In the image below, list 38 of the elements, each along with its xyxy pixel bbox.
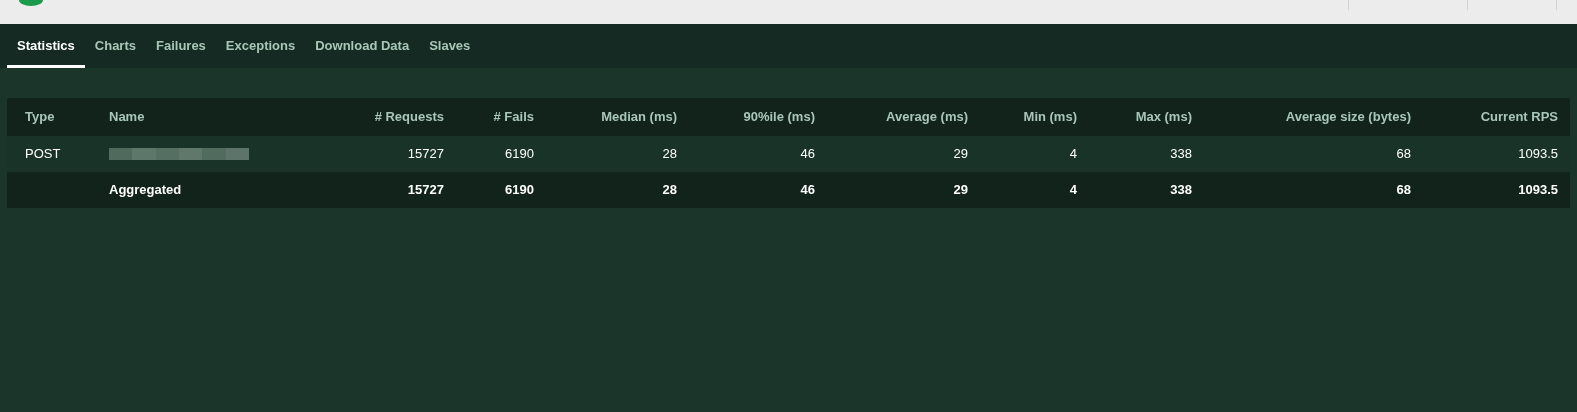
table-cell-text: 6190 [505, 181, 534, 200]
column-header: Average (ms) [886, 108, 968, 127]
table-cell-text: 338 [1170, 145, 1192, 164]
table-cell-text: 68 [1396, 181, 1411, 200]
table-cell-text: 4 [1069, 181, 1077, 200]
table-cell-text: 15727 [407, 181, 444, 200]
table-cell-text: 68 [1396, 145, 1411, 164]
table-cell-text: 46 [800, 145, 815, 164]
table-cell-text: POST [25, 145, 61, 164]
tab[interactable]: Charts [84, 24, 146, 68]
column-header: Current RPS [1480, 108, 1558, 127]
tab[interactable]: Slaves [419, 24, 481, 68]
column-header: # Requests [374, 108, 444, 127]
tab[interactable]: Exceptions [215, 24, 306, 68]
table-cell-text: 338 [1170, 181, 1192, 200]
column-header: Max (ms) [1135, 108, 1192, 127]
column-header: # Fails [493, 108, 534, 127]
column-header: Name [109, 108, 145, 127]
table-cell-text: 1093.5 [1518, 145, 1558, 164]
tab[interactable]: Failures [146, 24, 216, 68]
column-header: Type [25, 108, 55, 127]
table-cell-text: 28 [662, 181, 677, 200]
logo-icon [19, 0, 43, 6]
column-header: Average size (bytes) [1285, 108, 1411, 127]
table-cell-text: 15727 [407, 145, 444, 164]
table-cell-text: 28 [662, 145, 677, 164]
table-cell-text: 6190 [505, 145, 534, 164]
column-header: Min (ms) [1023, 108, 1077, 127]
tab[interactable]: Statistics [7, 24, 85, 68]
column-header: 90%ile (ms) [743, 108, 815, 127]
table-cell-text: 46 [800, 181, 815, 200]
table-cell-text: Aggregated [109, 181, 182, 200]
tab[interactable]: Download Data [305, 24, 420, 68]
table-cell-text: 1093.5 [1518, 181, 1558, 200]
table-cell-text: 4 [1069, 145, 1077, 164]
table-cell-text: 29 [953, 145, 968, 164]
table-cell-text: 29 [953, 181, 968, 200]
column-header: Median (ms) [601, 108, 677, 127]
